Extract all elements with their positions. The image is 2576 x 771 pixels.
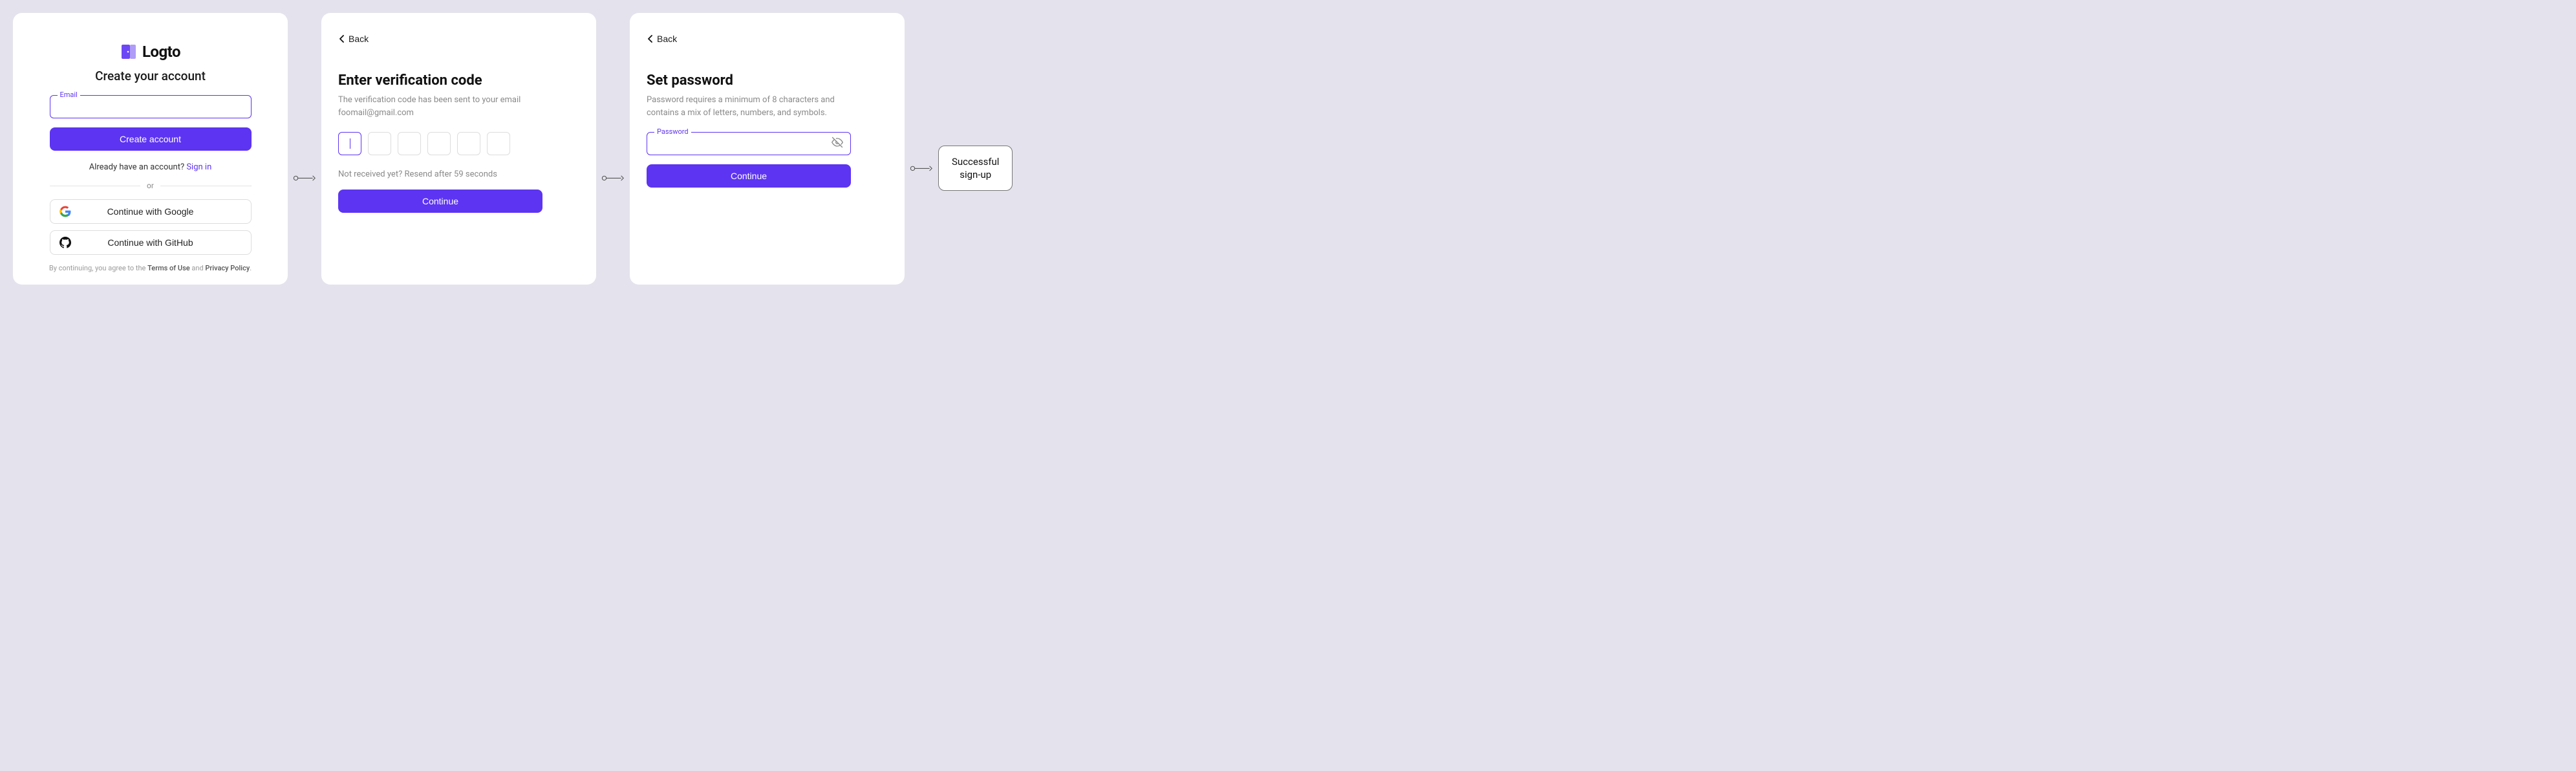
privacy-link[interactable]: Privacy Policy [205, 264, 250, 272]
chevron-left-icon [647, 35, 653, 43]
set-password-card: Back Set password Password requires a mi… [630, 13, 905, 285]
logto-icon [120, 43, 137, 60]
google-button-label: Continue with Google [107, 206, 194, 217]
divider: or [50, 181, 252, 190]
flow-arrow-icon [293, 175, 316, 182]
eye-off-icon[interactable] [832, 136, 843, 151]
password-title: Set password [647, 72, 851, 89]
continue-github-button[interactable]: Continue with GitHub [50, 230, 252, 255]
page-title: Create your account [30, 69, 271, 83]
signin-prompt-text: Already have an account? [89, 162, 187, 172]
create-account-button[interactable]: Create account [50, 127, 252, 151]
success-box: Successful sign-up [938, 146, 1013, 191]
password-label: Password [654, 127, 691, 136]
code-digit-2[interactable] [368, 132, 391, 155]
success-line-1: Successful [952, 155, 999, 168]
legal-mid: and [190, 264, 206, 272]
back-button[interactable]: Back [647, 28, 677, 49]
chevron-left-icon [338, 35, 345, 43]
code-digit-5[interactable] [457, 132, 480, 155]
continue-button[interactable]: Continue [338, 190, 542, 213]
back-button[interactable]: Back [338, 28, 369, 49]
flow-arrow-icon [601, 175, 625, 182]
resend-text: Not received yet? Resend after 59 second… [338, 169, 542, 179]
email-field-wrap: Email [50, 95, 252, 118]
verification-subtitle: The verification code has been sent to y… [338, 94, 542, 119]
continue-button[interactable]: Continue [647, 164, 851, 188]
code-input-group [338, 132, 542, 155]
create-account-card: Logto Create your account Email Create a… [13, 13, 288, 285]
brand-logo: Logto [30, 43, 271, 61]
continue-google-button[interactable]: Continue with Google [50, 199, 252, 224]
password-subtitle: Password requires a minimum of 8 charact… [647, 94, 851, 119]
code-digit-1[interactable] [338, 132, 361, 155]
password-field-wrap: Password [647, 132, 851, 155]
legal-pre: By continuing, you agree to the [49, 264, 147, 272]
google-icon [59, 206, 71, 217]
back-label: Back [349, 34, 369, 44]
signin-link[interactable]: Sign in [186, 162, 211, 172]
github-button-label: Continue with GitHub [107, 237, 193, 248]
email-label: Email [58, 91, 80, 99]
flow-arrow-icon [910, 165, 933, 172]
code-digit-6[interactable] [487, 132, 510, 155]
code-digit-4[interactable] [427, 132, 451, 155]
terms-link[interactable]: Terms of Use [147, 264, 190, 272]
signup-flow-diagram: Logto Create your account Email Create a… [13, 13, 1013, 285]
github-icon [59, 237, 71, 248]
legal-disclaimer: By continuing, you agree to the Terms of… [30, 264, 271, 272]
verification-code-card: Back Enter verification code The verific… [321, 13, 596, 285]
divider-text: or [147, 181, 154, 190]
brand-name: Logto [142, 43, 180, 61]
success-line-2: sign-up [952, 168, 999, 181]
legal-suf: . [250, 264, 252, 272]
code-digit-3[interactable] [398, 132, 421, 155]
signin-prompt: Already have an account? Sign in [30, 162, 271, 172]
verification-title: Enter verification code [338, 72, 542, 89]
back-label: Back [657, 34, 677, 44]
